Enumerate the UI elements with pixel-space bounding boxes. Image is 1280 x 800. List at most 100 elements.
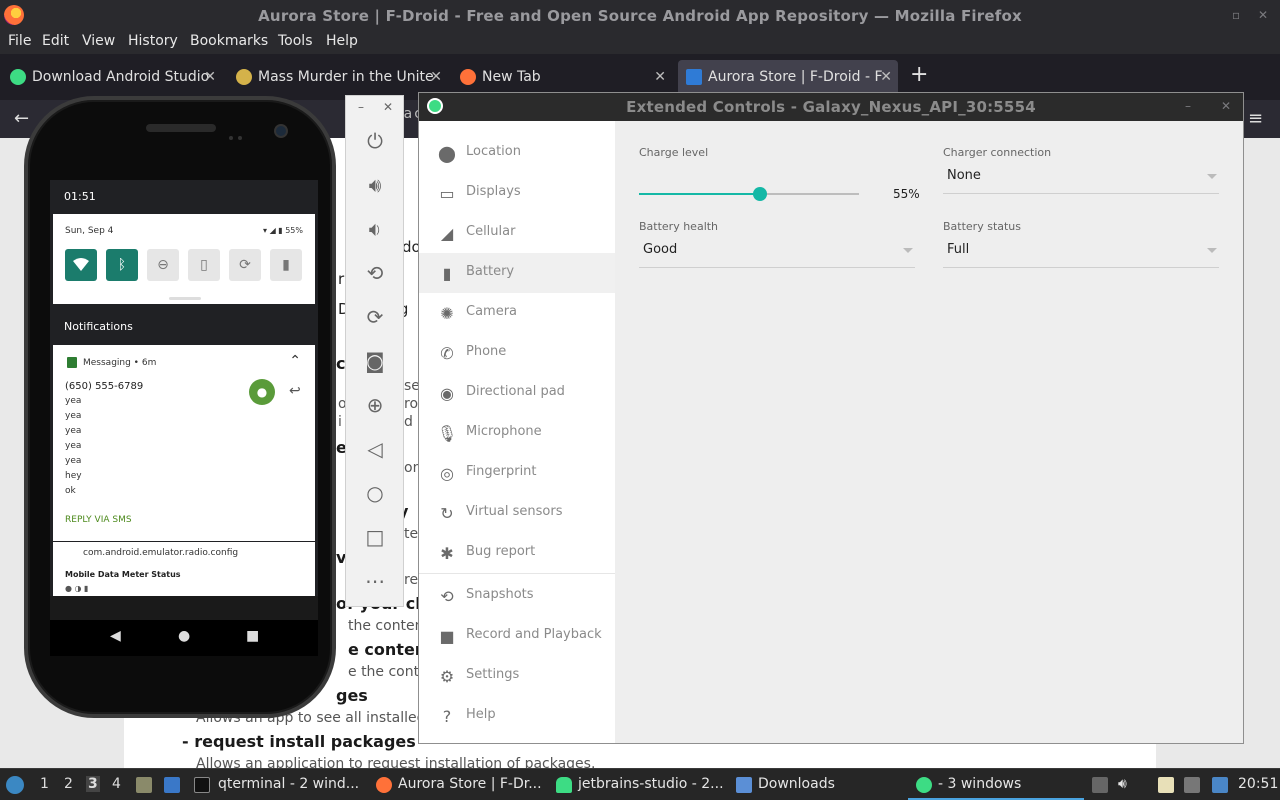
taskbar-jetbrains-studio[interactable]: jetbrains-studio - 2...	[578, 776, 724, 792]
close-tab-icon[interactable]: ✕	[204, 60, 216, 94]
workspace-1[interactable]: 1	[40, 776, 49, 792]
sidebar-item-displays[interactable]: ▭ Displays	[419, 173, 615, 213]
sidebar-item-directional-pad[interactable]: ◉ Directional pad	[419, 373, 615, 413]
sidebar-item-help[interactable]: ? Help	[419, 696, 615, 736]
phone-icon: ✆	[440, 343, 454, 363]
back-arrow-icon[interactable]: ←	[14, 108, 29, 129]
volume-down-icon[interactable]: 🔉︎	[362, 216, 388, 242]
clipboard-icon[interactable]	[1158, 777, 1174, 793]
sidebar-item-location[interactable]: ⬤ Location	[419, 133, 615, 173]
tab-label: Download Android Studio	[32, 69, 210, 85]
extended-controls-sidebar: ⬤ Location ▭ Displays ◢ Cellular ▮ Battery ✺…	[419, 121, 615, 743]
minimize-icon[interactable]: ▫	[1232, 8, 1240, 22]
taskbar-downloads[interactable]: Downloads	[758, 776, 835, 792]
emulator-minimize-icon[interactable]: –	[358, 100, 364, 114]
zoom-icon[interactable]: ⊕	[362, 392, 388, 418]
power-icon[interactable]: ⏻	[362, 128, 388, 154]
hamburger-menu-icon[interactable]: ≡	[1248, 108, 1263, 129]
tab-new-tab[interactable]: New Tab ✕	[452, 60, 672, 94]
menu-tools[interactable]: Tools	[278, 33, 313, 49]
overview-square-icon[interactable]: □	[362, 524, 388, 550]
menu-history[interactable]: History	[128, 33, 178, 49]
reply-icon[interactable]: ↩	[289, 383, 301, 399]
menu-file[interactable]: File	[8, 33, 31, 49]
back-triangle-icon[interactable]: ◁	[362, 436, 388, 462]
emulator-phone: 01:51 Sun, Sep 4 ▾ ◢ ▮ 55% ᛒ ⊖ ▯ ⟳ ▮ Not…	[24, 96, 336, 718]
charger-connection-value: None	[947, 168, 981, 183]
charge-level-value: 55%	[893, 187, 920, 201]
sidebar-item-battery[interactable]: ▮ Battery	[419, 253, 615, 293]
autorotate-tile-icon[interactable]: ⟳	[229, 249, 261, 281]
tab-aurora-store[interactable]: Aurora Store | F-Droid - F ✕	[678, 60, 898, 94]
sidebar-item-camera[interactable]: ✺ Camera	[419, 293, 615, 333]
network-icon[interactable]	[1184, 777, 1200, 793]
close-tab-icon[interactable]: ✕	[880, 60, 892, 94]
close-tab-icon[interactable]: ✕	[654, 60, 666, 94]
sidebar-item-cellular[interactable]: ◢ Cellular	[419, 213, 615, 253]
dnd-tile-icon[interactable]: ⊖	[147, 249, 179, 281]
taskbar-emulator-windows[interactable]: - 3 windows	[938, 776, 1021, 792]
radio-config-notification[interactable]: com.android.emulator.radio.config Mobile…	[53, 542, 315, 596]
desktop-icon[interactable]	[164, 777, 180, 793]
sidebar-item-bug-report[interactable]: ✱ Bug report	[419, 533, 615, 573]
more-options-icon[interactable]: ⋯	[362, 568, 388, 594]
close-tab-icon[interactable]: ✕	[430, 60, 442, 94]
reply-via-sms-button[interactable]: REPLY VIA SMS	[65, 515, 132, 525]
close-window-icon[interactable]: ✕	[1258, 8, 1268, 22]
volume-up-icon[interactable]: 🔊︎	[362, 172, 388, 198]
sidebar-item-record-playback[interactable]: ■ Record and Playback	[419, 616, 615, 656]
dropdown-underline	[943, 267, 1219, 268]
rotate-right-icon[interactable]: ⟳	[362, 304, 388, 330]
tab-mass-murder[interactable]: Mass Murder in the Unite ✕	[228, 60, 448, 94]
sidebar-item-snapshots[interactable]: ⟲ Snapshots	[419, 576, 615, 616]
taskbar-firefox[interactable]: Aurora Store | F-Dr...	[398, 776, 542, 792]
sidebar-item-phone[interactable]: ✆ Phone	[419, 333, 615, 373]
notification-app: com.android.emulator.radio.config	[83, 548, 239, 558]
workspace-3[interactable]: 3	[86, 776, 100, 792]
wifi-tile-icon[interactable]	[65, 249, 97, 281]
sidebar-item-settings[interactable]: ⚙ Settings	[419, 656, 615, 696]
sidebar-item-microphone[interactable]: 🎙︎ Microphone	[419, 413, 615, 453]
collapse-chevron-icon[interactable]: ⌃	[289, 353, 301, 369]
workspace-4[interactable]: 4	[112, 776, 121, 792]
file-manager-icon[interactable]	[136, 777, 152, 793]
qs-drag-handle[interactable]	[169, 297, 201, 300]
update-notifier-icon[interactable]	[1212, 777, 1228, 793]
volume-icon[interactable]: 🔊︎	[1118, 776, 1127, 792]
bluetooth-tile-icon[interactable]: ᛒ	[106, 249, 138, 281]
sidebar-item-fingerprint[interactable]: ◎ Fingerprint	[419, 453, 615, 493]
folder-icon	[736, 777, 752, 793]
menu-bookmarks[interactable]: Bookmarks	[190, 33, 268, 49]
emulator-close-icon[interactable]: ✕	[383, 100, 393, 114]
android-studio-icon	[556, 777, 572, 793]
phone-screen[interactable]: 01:51 Sun, Sep 4 ▾ ◢ ▮ 55% ᛒ ⊖ ▯ ⟳ ▮ Not…	[50, 180, 318, 620]
start-menu-icon[interactable]	[6, 776, 24, 794]
sidebar-item-virtual-sensors[interactable]: ↻ Virtual sensors	[419, 493, 615, 533]
sidebar-item-label: Settings	[466, 667, 520, 682]
menu-view[interactable]: View	[82, 33, 115, 49]
tray-storage-icon[interactable]	[1092, 777, 1108, 793]
menu-help[interactable]: Help	[326, 33, 358, 49]
messaging-notification[interactable]: Messaging • 6m ⌃ (650) 555-6789 yea yea …	[53, 345, 315, 541]
camera-icon: ✺	[440, 303, 454, 323]
charge-level-slider[interactable]	[639, 187, 859, 201]
battery-saver-tile-icon[interactable]: ▮	[270, 249, 302, 281]
minimize-icon[interactable]: –	[1185, 99, 1191, 113]
nav-back-icon[interactable]: ◀	[110, 628, 121, 644]
screenshot-camera-icon[interactable]: ◙	[362, 348, 388, 374]
taskbar-qterminal[interactable]: qterminal - 2 wind...	[218, 776, 359, 792]
rotate-left-icon[interactable]: ⟲	[362, 260, 388, 286]
menu-edit[interactable]: Edit	[42, 33, 69, 49]
new-tab-button[interactable]: +	[910, 62, 928, 87]
close-window-icon[interactable]: ✕	[1221, 99, 1231, 113]
tab-android-studio[interactable]: Download Android Studio ✕	[2, 60, 222, 94]
workspace-2[interactable]: 2	[64, 776, 73, 792]
flashlight-tile-icon[interactable]: ▯	[188, 249, 220, 281]
message-line: yea	[65, 396, 82, 406]
home-circle-icon[interactable]: ○	[362, 480, 388, 506]
page-text: ro	[404, 396, 419, 412]
sidebar-item-label: Phone	[466, 344, 507, 359]
nav-home-icon[interactable]: ●	[178, 628, 190, 644]
slider-thumb[interactable]	[753, 187, 767, 201]
nav-recents-icon[interactable]: ■	[246, 628, 259, 644]
